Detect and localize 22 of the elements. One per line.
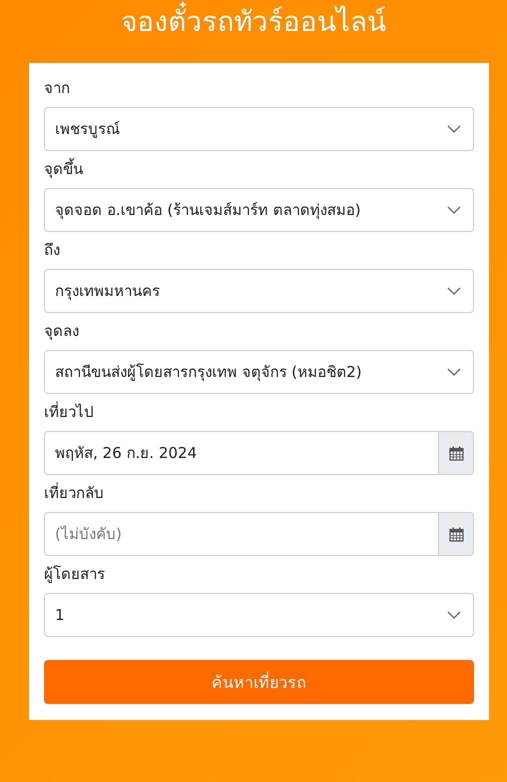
field-label: เที่ยวไป xyxy=(44,401,94,423)
page-title: จองตั๋วรถทัวร์ออนไลน์ xyxy=(121,2,386,44)
dropdown[interactable]: สถานีขนส่งผู้โดยสารกรุงเทพ จตุจักร (หมอชิต2) xyxy=(44,350,474,394)
calendar-icon[interactable] xyxy=(439,431,474,475)
field-label: จุดลง xyxy=(44,321,79,342)
chevron-icon xyxy=(447,125,461,133)
dropdown[interactable]: กรุงเทพมหานคร xyxy=(44,269,474,313)
chevron-icon xyxy=(447,287,461,295)
field-label: จุดขึ้น xyxy=(44,158,83,180)
field-label: เที่ยวกลับ xyxy=(44,482,104,504)
field-label: จาก xyxy=(44,78,70,99)
dropdown[interactable]: จุดจอด อ.เขาค้อ (ร้านเจมส์มาร์ท ตลาดทุ่งสมอ) xyxy=(44,188,474,232)
chevron-icon xyxy=(447,368,461,376)
calendar-icon[interactable] xyxy=(439,512,474,556)
field-label: ผู้โดยสาร xyxy=(44,564,105,585)
dropdown[interactable]: เพชรบูรณ์ xyxy=(44,107,474,151)
dropdown[interactable]: 1 xyxy=(44,593,474,637)
chevron-icon xyxy=(447,206,461,214)
date-field[interactable]: พฤหัส, 26 ก.ย. 2024 xyxy=(44,431,439,475)
chevron-icon xyxy=(447,611,461,619)
field-label: ถึง xyxy=(44,240,60,261)
date-field[interactable]: (ไม่บังคับ) xyxy=(44,512,439,556)
